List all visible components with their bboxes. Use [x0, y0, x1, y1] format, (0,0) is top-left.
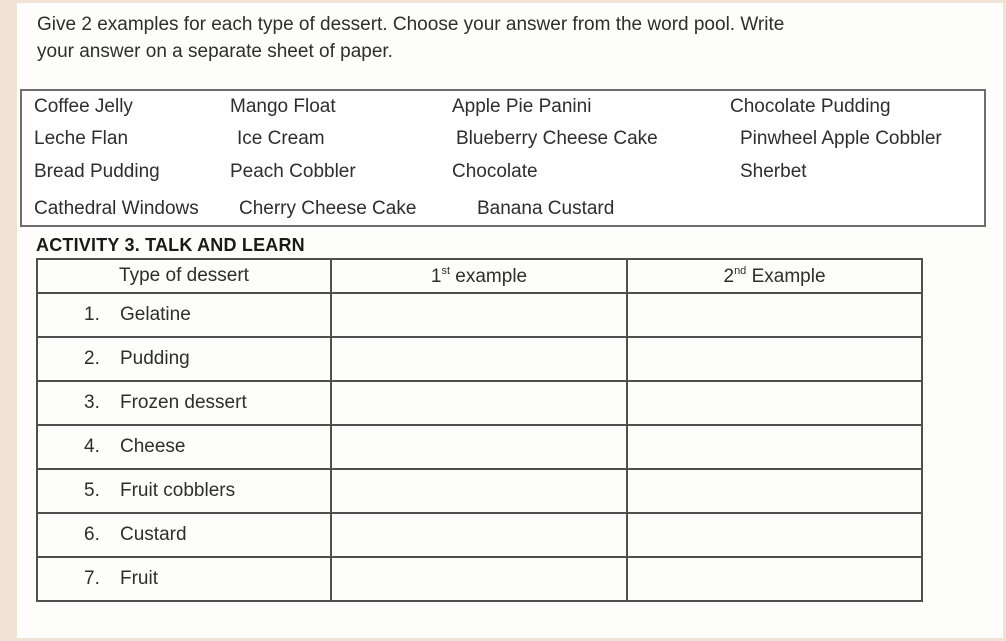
first-example-cell[interactable] — [330, 512, 628, 558]
pool-word: Banana Custard — [477, 198, 615, 219]
second-example-cell[interactable] — [626, 556, 923, 602]
header-type-of-dessert: Type of dessert — [36, 258, 332, 294]
dessert-type-cell: 6. Custard — [36, 512, 332, 558]
word-pool-box: Coffee Jelly Mango Float Apple Pie Panin… — [20, 89, 986, 227]
dessert-type: Custard — [120, 524, 187, 545]
table-row: 7. Fruit — [36, 556, 923, 602]
table-row: 1. Gelatine — [36, 292, 923, 338]
first-example-cell[interactable] — [330, 336, 628, 382]
worksheet-page: Give 2 examples for each type of dessert… — [17, 3, 1003, 638]
dessert-type: Fruit cobblers — [120, 480, 236, 501]
pool-word: Coffee Jelly — [34, 96, 133, 117]
pool-word: Leche Flan — [34, 128, 129, 149]
first-example-cell[interactable] — [330, 556, 628, 602]
table-row: 6. Custard — [36, 512, 923, 558]
dessert-type-cell: 4. Cheese — [36, 424, 332, 470]
first-example-cell[interactable] — [330, 468, 628, 514]
pool-word: Apple Pie Panini — [452, 96, 592, 117]
row-number: 7. — [84, 568, 100, 589]
second-example-cell[interactable] — [626, 380, 923, 426]
second-example-cell[interactable] — [626, 512, 923, 558]
dessert-type-cell: 3. Frozen dessert — [36, 380, 332, 426]
second-example-cell[interactable] — [626, 468, 923, 514]
pool-word: Cathedral Windows — [34, 198, 199, 219]
pool-word: Bread Pudding — [34, 161, 160, 182]
dessert-type: Gelatine — [120, 304, 191, 325]
second-example-cell[interactable] — [626, 336, 923, 382]
row-number: 6. — [84, 524, 100, 545]
second-example-cell[interactable] — [626, 424, 923, 470]
header-first-sup: st — [441, 264, 451, 277]
dessert-type: Cheese — [120, 436, 186, 457]
dessert-type-cell: 2. Pudding — [36, 336, 332, 382]
header-first-num: 1 — [430, 265, 442, 287]
table-header-row: Type of dessert 1st example 2nd Example — [36, 258, 923, 294]
row-number: 2. — [84, 348, 100, 369]
instructions-line-1: Give 2 examples for each type of dessert… — [37, 14, 785, 35]
pool-word: Cherry Cheese Cake — [239, 198, 417, 219]
pool-word: Chocolate Pudding — [730, 96, 891, 117]
pool-word: Blueberry Cheese Cake — [456, 128, 658, 149]
instructions: Give 2 examples for each type of dessert… — [37, 11, 937, 65]
pool-word: Mango Float — [230, 96, 336, 117]
row-number: 3. — [84, 392, 100, 413]
header-first-example: 1st example — [330, 258, 628, 294]
table-row: 4. Cheese — [36, 424, 923, 470]
header-second-num: 2 — [723, 265, 735, 287]
first-example-cell[interactable] — [330, 380, 628, 426]
dessert-type-cell: 7. Fruit — [36, 556, 332, 602]
answer-table: Type of dessert 1st example 2nd Example … — [36, 258, 923, 602]
pool-word: Sherbet — [740, 161, 807, 182]
header-second-text: Example — [746, 265, 826, 287]
header-second-example: 2nd Example — [626, 258, 923, 294]
row-number: 5. — [84, 480, 100, 501]
instructions-line-2: your answer on a separate sheet of paper… — [37, 41, 393, 62]
first-example-cell[interactable] — [330, 424, 628, 470]
first-example-cell[interactable] — [330, 292, 628, 338]
header-second-sup: nd — [734, 264, 747, 277]
header-first-text: example — [450, 265, 528, 287]
table-row: 3. Frozen dessert — [36, 380, 923, 426]
pool-word: Pinwheel Apple Cobbler — [740, 128, 942, 149]
activity-title: ACTIVITY 3. TALK AND LEARN — [36, 235, 305, 255]
table-row: 2. Pudding — [36, 336, 923, 382]
table-row: 5. Fruit cobblers — [36, 468, 923, 514]
dessert-type-cell: 1. Gelatine — [36, 292, 332, 338]
dessert-type: Pudding — [120, 348, 190, 369]
dessert-type: Fruit — [120, 568, 158, 589]
pool-word: Chocolate — [452, 161, 538, 182]
second-example-cell[interactable] — [626, 292, 923, 338]
dessert-type-cell: 5. Fruit cobblers — [36, 468, 332, 514]
pool-word: Peach Cobbler — [230, 161, 356, 182]
pool-word: Ice Cream — [237, 128, 325, 149]
row-number: 4. — [84, 436, 100, 457]
dessert-type: Frozen dessert — [120, 392, 247, 413]
row-number: 1. — [84, 304, 100, 325]
